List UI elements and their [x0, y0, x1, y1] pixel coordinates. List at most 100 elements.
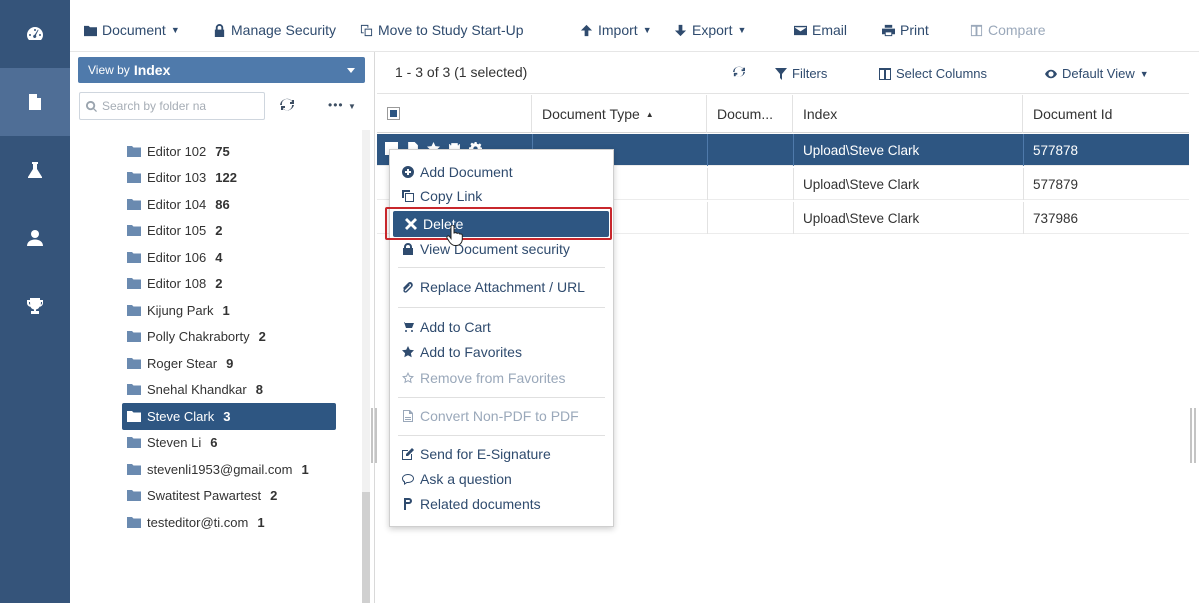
trophy-icon: [27, 298, 43, 314]
cart-icon: [402, 322, 414, 332]
folder-item[interactable]: Roger Stear 9: [122, 350, 362, 377]
folder-icon: [127, 463, 141, 475]
rail-item-dashboard[interactable]: [0, 0, 70, 68]
menu-view-document-security[interactable]: View Document security: [390, 237, 613, 261]
folder-item[interactable]: Editor 106 4: [122, 244, 362, 271]
caret-down-icon: [347, 68, 355, 73]
folder-icon: [127, 145, 141, 157]
folder-search-box: [79, 92, 265, 120]
dashboard-icon: [27, 27, 43, 40]
column-header-index[interactable]: Index: [793, 95, 1023, 133]
column-divider: [707, 134, 708, 166]
folder-count: 122: [215, 170, 237, 186]
column-header-document[interactable]: Docum...: [707, 95, 793, 133]
grid-toolbar: 1 - 3 of 3 (1 selected) Filters Select C…: [377, 52, 1189, 94]
menu-replace-attachment[interactable]: Replace Attachment / URL: [390, 275, 613, 299]
context-menu: Add Document Copy Link Delete View Docum…: [389, 149, 614, 527]
menu-copy-link[interactable]: Copy Link: [390, 184, 613, 208]
cell-index: Upload\Steve Clark: [803, 142, 920, 158]
move-to-study-button[interactable]: Move to Study Start-Up: [360, 20, 524, 40]
folder-item[interactable]: Editor 104 86: [122, 191, 362, 218]
folder-item[interactable]: Snehal Khandkar 8: [122, 377, 362, 404]
menu-send-esignature[interactable]: Send for E-Signature: [390, 442, 613, 466]
folder-icon: [127, 516, 141, 528]
folder-icon: [127, 437, 141, 449]
menu-ask-question[interactable]: Ask a question: [390, 467, 613, 491]
table-header: Document Type ▲ Docum... Index Document …: [377, 95, 1189, 133]
folder-item[interactable]: stevenli1953@gmail.com 1: [122, 456, 362, 483]
menu-add-document[interactable]: Add Document: [390, 160, 613, 184]
filters-button[interactable]: Filters: [775, 66, 827, 81]
folder-name: Editor 106: [147, 249, 207, 265]
folder-count: 1: [257, 514, 265, 530]
compare-button[interactable]: Compare: [970, 20, 1046, 40]
menu-separator: [398, 267, 605, 268]
menu-related-documents[interactable]: Related documents: [390, 492, 613, 516]
folder-item[interactable]: testeditor@ti.com 1: [122, 509, 362, 536]
cell-document-id: 577879: [1033, 176, 1079, 192]
cell-index: Upload\Steve Clark: [803, 176, 920, 192]
folder-more-options-button[interactable]: ••• ▼: [328, 98, 357, 112]
caret-down-icon: ▼: [642, 25, 652, 35]
folder-name: Roger Stear: [147, 355, 218, 371]
rail-item-users[interactable]: [0, 204, 70, 272]
folder-item[interactable]: Editor 103 122: [122, 165, 362, 192]
rail-item-study[interactable]: [0, 136, 70, 204]
document-menu-button[interactable]: Document ▼: [84, 20, 180, 40]
menu-add-to-cart[interactable]: Add to Cart: [390, 315, 613, 339]
default-view-dropdown[interactable]: Default View ▼: [1045, 66, 1149, 81]
folder-item[interactable]: Editor 108 2: [122, 271, 362, 298]
folder-count: 3: [223, 408, 231, 424]
columns-icon: [970, 24, 983, 36]
print-button[interactable]: Print: [882, 20, 929, 40]
folder-icon: [127, 304, 141, 316]
menu-remove-from-favorites[interactable]: Remove from Favorites: [390, 366, 613, 390]
sort-asc-icon: ▲: [645, 109, 654, 119]
folder-item[interactable]: Swatitest Pawartest 2: [122, 483, 362, 510]
email-button[interactable]: Email: [794, 20, 847, 40]
refresh-icon: [280, 98, 294, 111]
refresh-folders-button[interactable]: [280, 98, 296, 114]
cell-document-id: 737986: [1033, 210, 1079, 226]
column-header-document-type[interactable]: Document Type ▲: [532, 95, 707, 133]
folder-name: Editor 108: [147, 276, 207, 292]
lock-icon: [403, 243, 413, 255]
hand-cursor-icon: [446, 225, 463, 246]
folder-count: 1: [222, 302, 230, 318]
select-all-checkbox[interactable]: [387, 107, 400, 120]
folder-count: 75: [215, 143, 230, 159]
grid-scrollbar[interactable]: [1189, 52, 1199, 603]
folder-name: Kijung Park: [147, 302, 214, 318]
manage-security-button[interactable]: Manage Security: [213, 20, 336, 40]
folder-panel: View by Index ••• ▼ Editor 10275Editor 1…: [70, 52, 375, 603]
folder-item[interactable]: Steve Clark 3: [122, 403, 336, 430]
folder-name: Steven Li: [147, 435, 202, 451]
folder-item[interactable]: Polly Chakraborty 2: [122, 324, 362, 351]
folder-item[interactable]: Steven Li 6: [122, 430, 362, 457]
select-columns-button[interactable]: Select Columns: [879, 66, 987, 81]
menu-add-to-favorites[interactable]: Add to Favorites: [390, 340, 613, 364]
filter-icon: [775, 67, 787, 80]
panel-splitter-handle[interactable]: [371, 408, 377, 463]
folder-scrollbar-thumb[interactable]: [362, 492, 370, 603]
refresh-grid-button[interactable]: [733, 66, 745, 78]
rail-item-awards[interactable]: [0, 272, 70, 340]
export-menu-button[interactable]: Export ▼: [674, 20, 746, 40]
folder-list: Editor 102 75 Editor 103 122 Editor 104 86 Edi…: [122, 138, 362, 536]
folder-item[interactable]: Kijung Park 1: [122, 297, 362, 324]
folder-item[interactable]: Editor 102 75: [122, 138, 362, 165]
document-icon: [29, 94, 41, 110]
import-menu-button[interactable]: Import ▼: [580, 20, 652, 40]
column-header-document-id[interactable]: Document Id: [1023, 95, 1189, 133]
view-by-dropdown[interactable]: View by Index: [78, 57, 365, 83]
rail-item-documents[interactable]: [0, 68, 70, 136]
folder-count: 9: [226, 355, 234, 371]
arrow-up-icon: [580, 24, 593, 36]
folder-name: Editor 104: [147, 196, 207, 212]
column-divider: [707, 168, 708, 200]
folder-search-input[interactable]: [102, 99, 262, 113]
menu-convert-pdf[interactable]: Convert Non-PDF to PDF: [390, 404, 613, 428]
folder-item[interactable]: Editor 105 2: [122, 218, 362, 245]
right-splitter-handle[interactable]: [1190, 408, 1196, 463]
link-icon: [404, 498, 412, 510]
